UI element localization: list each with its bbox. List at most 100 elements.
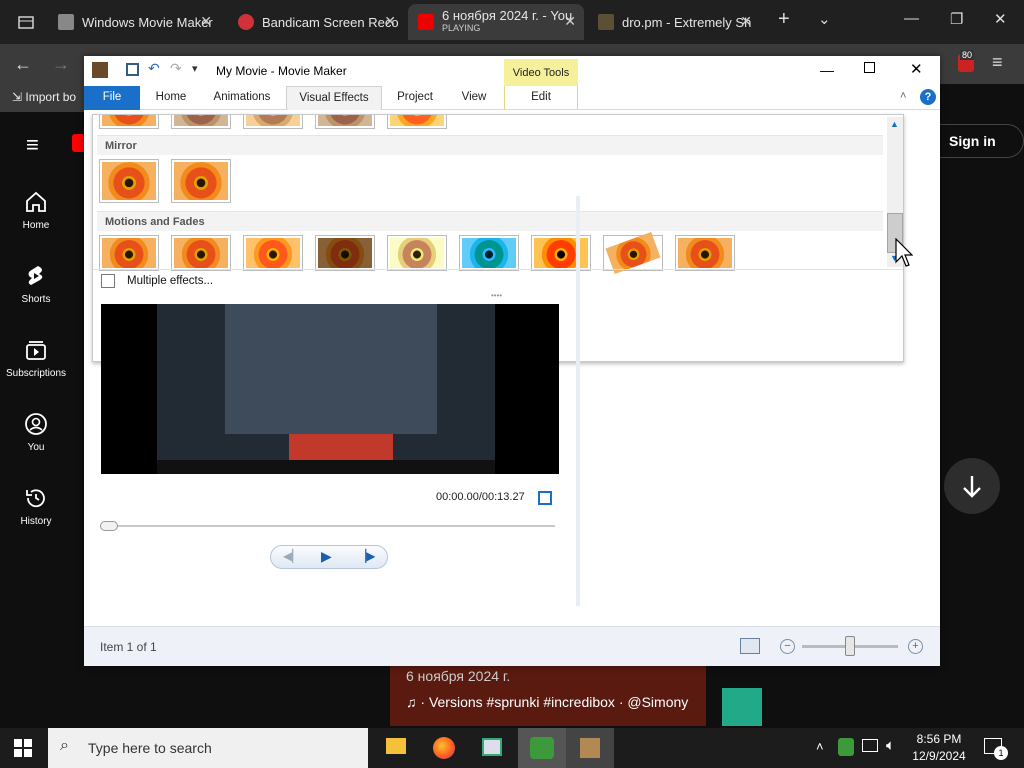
movie-maker-icon: [580, 738, 600, 758]
help-icon[interactable]: ?: [920, 89, 936, 105]
video-preview[interactable]: [101, 304, 559, 474]
tab-dro-pm[interactable]: dro.pm - Extremely Sh ✕: [588, 4, 760, 40]
tab-list-chevron-icon[interactable]: ⌄: [818, 10, 831, 28]
fullscreen-icon[interactable]: [538, 491, 552, 505]
tab-project[interactable]: Project: [390, 86, 440, 110]
browser-maximize-icon[interactable]: ❐: [950, 10, 963, 28]
effect-thumbnail[interactable]: [99, 235, 159, 271]
show-hidden-icons-icon[interactable]: ˄: [816, 739, 824, 754]
close-icon[interactable]: ✕: [910, 60, 923, 78]
effect-thumbnail[interactable]: [387, 235, 447, 271]
bandicam-icon: [238, 14, 254, 30]
pane-splitter[interactable]: [576, 196, 580, 606]
browser-minimize-icon[interactable]: —: [904, 10, 919, 27]
next-video-button[interactable]: [944, 458, 1000, 514]
back-arrow-icon[interactable]: ←: [14, 54, 32, 75]
close-tab-icon[interactable]: ✕: [384, 13, 396, 30]
preview-taskbar: [157, 460, 495, 474]
close-tab-icon[interactable]: ✕: [200, 13, 212, 30]
tab-title: 6 ноября 2024 г. - You: [442, 8, 573, 23]
tray-app-icon[interactable]: [838, 738, 854, 756]
tab-home[interactable]: Home: [146, 86, 196, 110]
history-icon: [26, 489, 45, 508]
nav-home[interactable]: Home: [0, 190, 72, 231]
minimize-icon[interactable]: —: [820, 62, 834, 78]
multiple-effects-button[interactable]: Multiple effects...: [93, 269, 903, 291]
forward-arrow-icon[interactable]: →: [52, 54, 70, 75]
effect-thumbnail[interactable]: [531, 235, 591, 271]
nav-shorts[interactable]: Shorts: [0, 264, 72, 305]
taskbar-clock[interactable]: 8:56 PM 12/9/2024: [912, 731, 966, 765]
nav-you[interactable]: You: [0, 412, 72, 453]
tab-bandicam[interactable]: Bandicam Screen Reco ✕: [228, 4, 404, 40]
effect-thumbnail[interactable]: [603, 232, 663, 274]
scroll-up-icon[interactable]: ▲: [890, 119, 899, 129]
tab-visual-effects[interactable]: Visual Effects: [286, 86, 382, 110]
volume-icon[interactable]: 🔈︎: [886, 737, 895, 754]
collapse-ribbon-icon[interactable]: ˄: [900, 90, 906, 102]
nav-label: History: [20, 516, 52, 527]
tab-edit[interactable]: Edit: [504, 86, 578, 110]
seek-thumb[interactable]: [100, 521, 118, 531]
youtube-logo[interactable]: [72, 134, 84, 152]
tab-youtube[interactable]: 6 ноября 2024 г. - You PLAYING ✕: [408, 4, 584, 40]
menu-icon[interactable]: ≡: [992, 52, 1003, 73]
next-frame-icon[interactable]: ▕▶: [357, 549, 375, 563]
caption-date: 6 ноября 2024 г.: [406, 668, 511, 684]
effect-thumbnail[interactable]: [243, 235, 303, 271]
taskbar-search-box[interactable]: ⌕ Type here to search: [48, 728, 368, 768]
maximize-icon[interactable]: [864, 62, 875, 73]
play-icon[interactable]: ▶: [321, 548, 332, 565]
resize-grip-icon[interactable]: ••••: [491, 291, 502, 300]
effect-mirror-vertical[interactable]: [171, 159, 231, 203]
multiple-effects-label: Multiple effects...: [127, 275, 214, 287]
caption-tags[interactable]: · Versions #sprunki #incredibox · @Simon…: [420, 694, 688, 710]
previous-frame-icon[interactable]: ◀▏: [283, 549, 301, 563]
taskbar-movie-maker[interactable]: [566, 728, 614, 768]
tab-windows-movie-maker[interactable]: Windows Movie Maker ✕: [48, 4, 220, 40]
quick-access-dropdown-icon[interactable]: ▾: [192, 62, 198, 75]
taskbar-firefox[interactable]: [420, 728, 468, 768]
seek-bar[interactable]: [102, 525, 555, 527]
tab-animations[interactable]: Animations: [206, 86, 278, 110]
tab-actions-button[interactable]: [8, 4, 44, 40]
tab-file[interactable]: File: [84, 86, 140, 110]
section-mirror: Mirror: [97, 135, 883, 155]
bookmark-import[interactable]: ⇲ Import bo: [0, 84, 90, 112]
effect-thumbnail[interactable]: [459, 235, 519, 271]
channel-avatar[interactable]: [722, 688, 762, 726]
tab-view[interactable]: View: [452, 86, 496, 110]
zoom-slider-thumb[interactable]: [845, 636, 855, 656]
import-icon: ⇲: [12, 90, 26, 104]
windows-start-icon[interactable]: [14, 739, 32, 757]
title-bar: ↶ ↷ ▾ My Movie - Movie Maker Video Tools…: [84, 56, 940, 86]
save-icon[interactable]: [126, 63, 139, 76]
new-tab-button[interactable]: +: [778, 8, 790, 31]
redo-icon[interactable]: ↷: [170, 60, 182, 77]
taskbar-game[interactable]: [518, 728, 566, 768]
zoom-in-icon[interactable]: +: [908, 639, 923, 654]
app-window-icon: [482, 738, 502, 756]
close-tab-icon[interactable]: ✕: [564, 13, 576, 30]
taskbar-file-explorer[interactable]: [372, 728, 420, 768]
app-icon[interactable]: [92, 62, 108, 78]
effect-mirror-horizontal[interactable]: [99, 159, 159, 203]
tab-actions-icon: [18, 16, 34, 29]
thumbnail-size-icon[interactable]: [740, 638, 760, 654]
hamburger-icon[interactable]: ≡: [26, 132, 39, 158]
building-icon: [58, 14, 74, 30]
close-tab-icon[interactable]: ✕: [740, 13, 752, 30]
nav-subscriptions[interactable]: Subscriptions: [0, 338, 72, 379]
browser-close-icon[interactable]: ✕: [994, 10, 1007, 28]
effect-thumbnail[interactable]: [171, 235, 231, 271]
effect-thumbnail[interactable]: [315, 235, 375, 271]
effect-thumbnail[interactable]: [675, 235, 735, 271]
playback-time: 00:00.00/00:13.27: [436, 491, 525, 503]
home-icon: [26, 191, 46, 212]
zoom-out-icon[interactable]: −: [780, 639, 795, 654]
taskbar-app[interactable]: [468, 728, 516, 768]
network-icon[interactable]: [862, 739, 878, 752]
nav-history[interactable]: History: [0, 486, 72, 527]
undo-icon[interactable]: ↶: [148, 60, 160, 77]
nav-label: Home: [22, 220, 50, 231]
